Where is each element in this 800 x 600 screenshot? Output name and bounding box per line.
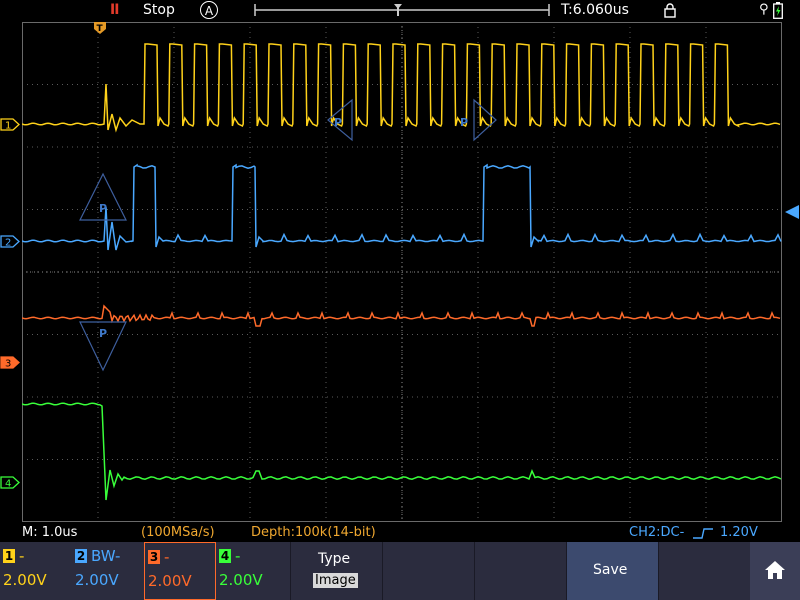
memory-position-bar[interactable] bbox=[254, 3, 550, 17]
svg-text:2: 2 bbox=[5, 238, 11, 249]
trigger-marker-label: T bbox=[97, 24, 104, 34]
ch3-number: 3 bbox=[148, 550, 160, 564]
battery-icon bbox=[773, 2, 783, 19]
waveform-display[interactable]: P P P P T bbox=[22, 22, 782, 522]
svg-text:P: P bbox=[334, 116, 342, 129]
ch2-volts-div: 2.00V bbox=[75, 571, 119, 589]
type-softkey-label: Type bbox=[318, 551, 351, 567]
save-button[interactable]: Save bbox=[566, 542, 658, 600]
usb-icon: ⚲ bbox=[759, 2, 769, 17]
trigger-level-marker[interactable] bbox=[785, 205, 799, 219]
ch4-coupling: - bbox=[235, 547, 241, 565]
ch2-ground-marker[interactable]: 2 bbox=[0, 235, 20, 248]
svg-text:1: 1 bbox=[5, 121, 11, 132]
home-icon bbox=[765, 561, 785, 579]
type-softkey[interactable]: Type Image bbox=[290, 542, 382, 600]
ch3-coupling: - bbox=[164, 548, 170, 566]
trigger-level-readout: 1.20V bbox=[720, 525, 758, 540]
softkey-2-empty[interactable] bbox=[382, 542, 474, 600]
save-button-label: Save bbox=[593, 562, 628, 578]
bottom-menu: 1 - 2.00V 2 BW- 2.00V 3 - 2.00V 4 - 2.00… bbox=[0, 542, 800, 600]
acquisition-status-bar: M: 1.0us (100MSa/s) Depth:100k(14-bit) C… bbox=[0, 522, 800, 542]
ch4-volts-div: 2.00V bbox=[219, 571, 263, 589]
svg-text:P: P bbox=[460, 116, 468, 129]
ch2-coupling: BW- bbox=[91, 547, 121, 565]
type-softkey-value: Image bbox=[313, 573, 358, 588]
timebase-readout[interactable]: M: 1.0us bbox=[22, 525, 77, 541]
trigger-source-readout[interactable]: CH2:DC- bbox=[629, 525, 684, 541]
ch1-coupling: - bbox=[19, 547, 25, 565]
top-status-bar: II Stop A T:6.060us ⚲ bbox=[0, 0, 800, 22]
ch4-number: 4 bbox=[219, 549, 231, 563]
lock-icon bbox=[664, 3, 676, 18]
ch4-settings[interactable]: 4 - 2.00V bbox=[216, 542, 288, 600]
rising-edge-icon bbox=[693, 528, 713, 539]
ch4-ground-marker[interactable]: 4 bbox=[0, 476, 20, 489]
ch3-ground-marker[interactable]: 3 bbox=[0, 356, 20, 369]
home-button[interactable] bbox=[750, 542, 800, 600]
run-stop-icon[interactable]: II bbox=[110, 2, 119, 19]
ch3-settings[interactable]: 3 - 2.00V bbox=[144, 542, 216, 600]
ch1-number: 1 bbox=[3, 549, 15, 563]
ch2-number: 2 bbox=[75, 549, 87, 563]
time-offset-readout: T:6.060us bbox=[561, 2, 629, 18]
svg-text:4: 4 bbox=[5, 479, 11, 490]
softkey-5-empty[interactable] bbox=[658, 542, 750, 600]
sample-rate-readout: (100MSa/s) bbox=[141, 525, 215, 540]
ch1-volts-div: 2.00V bbox=[3, 571, 47, 589]
memory-depth-readout: Depth:100k(14-bit) bbox=[251, 525, 376, 540]
ch2-settings[interactable]: 2 BW- 2.00V bbox=[72, 542, 144, 600]
softkey-3-empty[interactable] bbox=[474, 542, 566, 600]
ch1-ground-marker[interactable]: 1 bbox=[0, 118, 20, 131]
run-state-label: Stop bbox=[143, 2, 175, 18]
svg-text:P: P bbox=[99, 327, 107, 340]
trigger-mode-icon[interactable]: A bbox=[200, 1, 218, 19]
svg-text:3: 3 bbox=[5, 359, 11, 370]
svg-text:P: P bbox=[99, 202, 107, 215]
ch1-settings[interactable]: 1 - 2.00V bbox=[0, 542, 72, 600]
ch3-volts-div: 2.00V bbox=[148, 572, 192, 590]
